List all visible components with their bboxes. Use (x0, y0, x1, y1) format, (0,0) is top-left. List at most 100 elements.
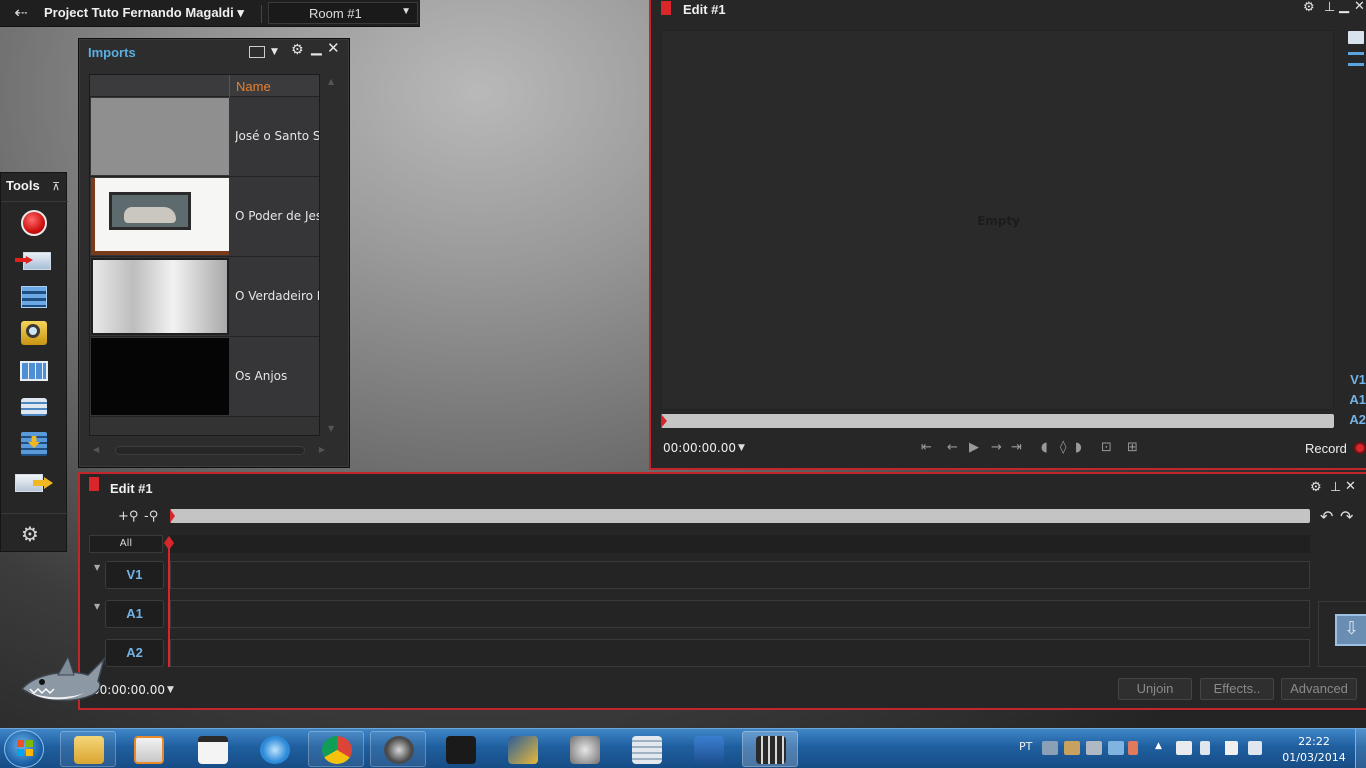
signal-icon[interactable] (1222, 741, 1238, 755)
collapse-triangle-icon[interactable]: ▼ (94, 602, 100, 611)
tray-app-icon[interactable] (1086, 741, 1102, 755)
folder-icon[interactable] (1348, 31, 1364, 44)
name-column-header[interactable]: Name (236, 79, 271, 94)
ruler-playhead-marker[interactable] (170, 509, 175, 523)
arrow-down-icon[interactable]: ⇩ (1335, 614, 1366, 646)
room-selector[interactable]: Room #1 ▼ (268, 2, 418, 24)
effects-button[interactable]: Effects.. (1200, 678, 1274, 700)
gear-icon[interactable]: ⚙ (1310, 481, 1322, 495)
track-lane-a2[interactable] (170, 639, 1310, 667)
scroll-right-icon[interactable]: ▶ (319, 445, 325, 454)
mark-in-icon[interactable]: ◖ (1041, 440, 1048, 455)
all-tracks-button[interactable]: All (89, 535, 163, 553)
timeline-ruler[interactable] (170, 509, 1310, 523)
collapse-triangle-icon[interactable]: ▼ (94, 563, 100, 572)
track-label-a1[interactable]: A1 (1344, 392, 1366, 407)
viewer-screen[interactable]: Empty (661, 30, 1334, 410)
redo-icon[interactable]: ↷ (1340, 507, 1353, 526)
taskbar-media-player[interactable] (120, 731, 176, 767)
viewer-timecode[interactable]: 00:00:00.00 (663, 441, 736, 455)
keyboard-icon[interactable] (1042, 741, 1058, 755)
undo-icon[interactable]: ↶ (1320, 507, 1333, 526)
battery-icon[interactable] (1200, 741, 1210, 755)
track-header-v1[interactable]: V1 (105, 561, 164, 589)
import-row[interactable]: O Poder de Jes (90, 177, 319, 257)
scroll-left-icon[interactable]: ◀ (93, 445, 99, 454)
scroll-up-icon[interactable]: ▲ (328, 77, 334, 86)
taskbar-sigi[interactable] (680, 731, 736, 767)
vertical-scrollbar[interactable]: ▲ ▼ (325, 74, 339, 436)
zoom-out-icon[interactable]: -⚲ (144, 509, 158, 524)
timeline-tool-button[interactable] (15, 283, 53, 313)
search-tool-button[interactable] (15, 319, 53, 349)
play-icon[interactable]: ▶ (969, 440, 979, 455)
list-icon[interactable] (1348, 52, 1364, 66)
horizontal-scrollbar[interactable]: ◀ ▶ (91, 444, 327, 456)
volume-icon[interactable] (1248, 741, 1262, 755)
insert-icon[interactable]: ⊡ (1101, 440, 1112, 455)
minimize-icon[interactable]: ▁ (1339, 0, 1349, 14)
tray-app-icon[interactable] (1064, 741, 1080, 755)
gear-icon[interactable]: ⚙ (1303, 1, 1315, 15)
gear-icon[interactable]: ⚙ (291, 43, 304, 57)
zoom-in-icon[interactable]: +⚲ (118, 509, 138, 524)
track-header-a1[interactable]: A1 (105, 600, 164, 628)
language-indicator[interactable]: PT (1019, 740, 1032, 753)
start-button[interactable] (4, 730, 44, 768)
show-desktop-button[interactable] (1355, 729, 1366, 768)
playhead-marker[interactable] (661, 414, 667, 428)
track-lane-a1[interactable] (170, 600, 1310, 628)
taskbar-internet-explorer[interactable] (246, 731, 302, 767)
taskbar-explorer[interactable] (60, 731, 116, 767)
advanced-button[interactable]: Advanced (1281, 678, 1357, 700)
track-label-v1[interactable]: V1 (1344, 372, 1366, 387)
clock-date[interactable]: 01/03/2014 (1278, 751, 1350, 764)
import-tool-button[interactable] (15, 247, 53, 277)
import-row[interactable]: José o Santo S (90, 97, 319, 177)
close-icon[interactable]: ✕ (1345, 480, 1356, 494)
close-icon[interactable]: ✕ (327, 41, 340, 56)
action-center-flag-icon[interactable] (1176, 741, 1192, 755)
users-settings-button[interactable]: ⚙ (15, 520, 53, 550)
step-forward-icon[interactable]: → (991, 440, 1002, 455)
import-row[interactable]: Os Anjos (90, 337, 319, 417)
taskbar-tool-app[interactable] (494, 731, 550, 767)
stack-tool-button[interactable] (15, 393, 53, 423)
taskbar-calculator[interactable] (618, 731, 674, 767)
download-tool-button[interactable] (15, 430, 53, 460)
taskbar-settings-app[interactable] (556, 731, 612, 767)
taskbar-lightworks[interactable] (370, 731, 426, 767)
show-hidden-icons-icon[interactable]: ▲ (1155, 741, 1162, 751)
chevron-down-icon[interactable]: ▼ (167, 685, 174, 695)
scroll-thumb[interactable] (115, 446, 305, 455)
track-lane-v1[interactable] (170, 561, 1310, 589)
record-label[interactable]: Record (1305, 441, 1347, 456)
record-tool-button[interactable] (15, 209, 53, 239)
tray-app-icon[interactable] (1128, 741, 1138, 755)
track-header-a2[interactable]: A2 (105, 639, 164, 667)
exit-project-icon[interactable]: ⇠ (6, 4, 36, 22)
network-icon[interactable] (1108, 741, 1124, 755)
pin-icon[interactable]: ⊥ (1330, 481, 1341, 495)
go-to-end-icon[interactable]: ⇥ (1011, 440, 1022, 455)
playhead-line[interactable] (168, 539, 170, 667)
clock-time[interactable]: 22:22 (1284, 735, 1344, 748)
project-title-dropdown[interactable]: Project Tuto Fernando Magaldi ▾ (44, 5, 262, 23)
chevron-down-icon[interactable]: ▼ (271, 45, 278, 59)
table-tool-button[interactable] (15, 357, 53, 387)
scroll-down-icon[interactable]: ▼ (328, 424, 334, 433)
mark-out-icon[interactable]: ◗ (1075, 440, 1082, 455)
step-back-icon[interactable]: ← (947, 440, 958, 455)
unjoin-button[interactable]: Unjoin (1118, 678, 1192, 700)
minimize-icon[interactable]: ▁ (311, 41, 322, 55)
pin-icon[interactable]: ⊼ (52, 180, 60, 193)
chevron-down-icon[interactable]: ▼ (738, 443, 745, 453)
track-label-a2[interactable]: A2 (1344, 412, 1366, 427)
list-view-icon[interactable] (249, 46, 265, 58)
record-icon[interactable] (1354, 442, 1366, 454)
overwrite-icon[interactable]: ⊞ (1127, 440, 1138, 455)
taskbar-calendar[interactable] (184, 731, 240, 767)
close-icon[interactable]: ✕ (1354, 0, 1365, 14)
viewer-scrubber[interactable] (661, 414, 1334, 428)
taskbar-horse-app[interactable] (432, 731, 488, 767)
